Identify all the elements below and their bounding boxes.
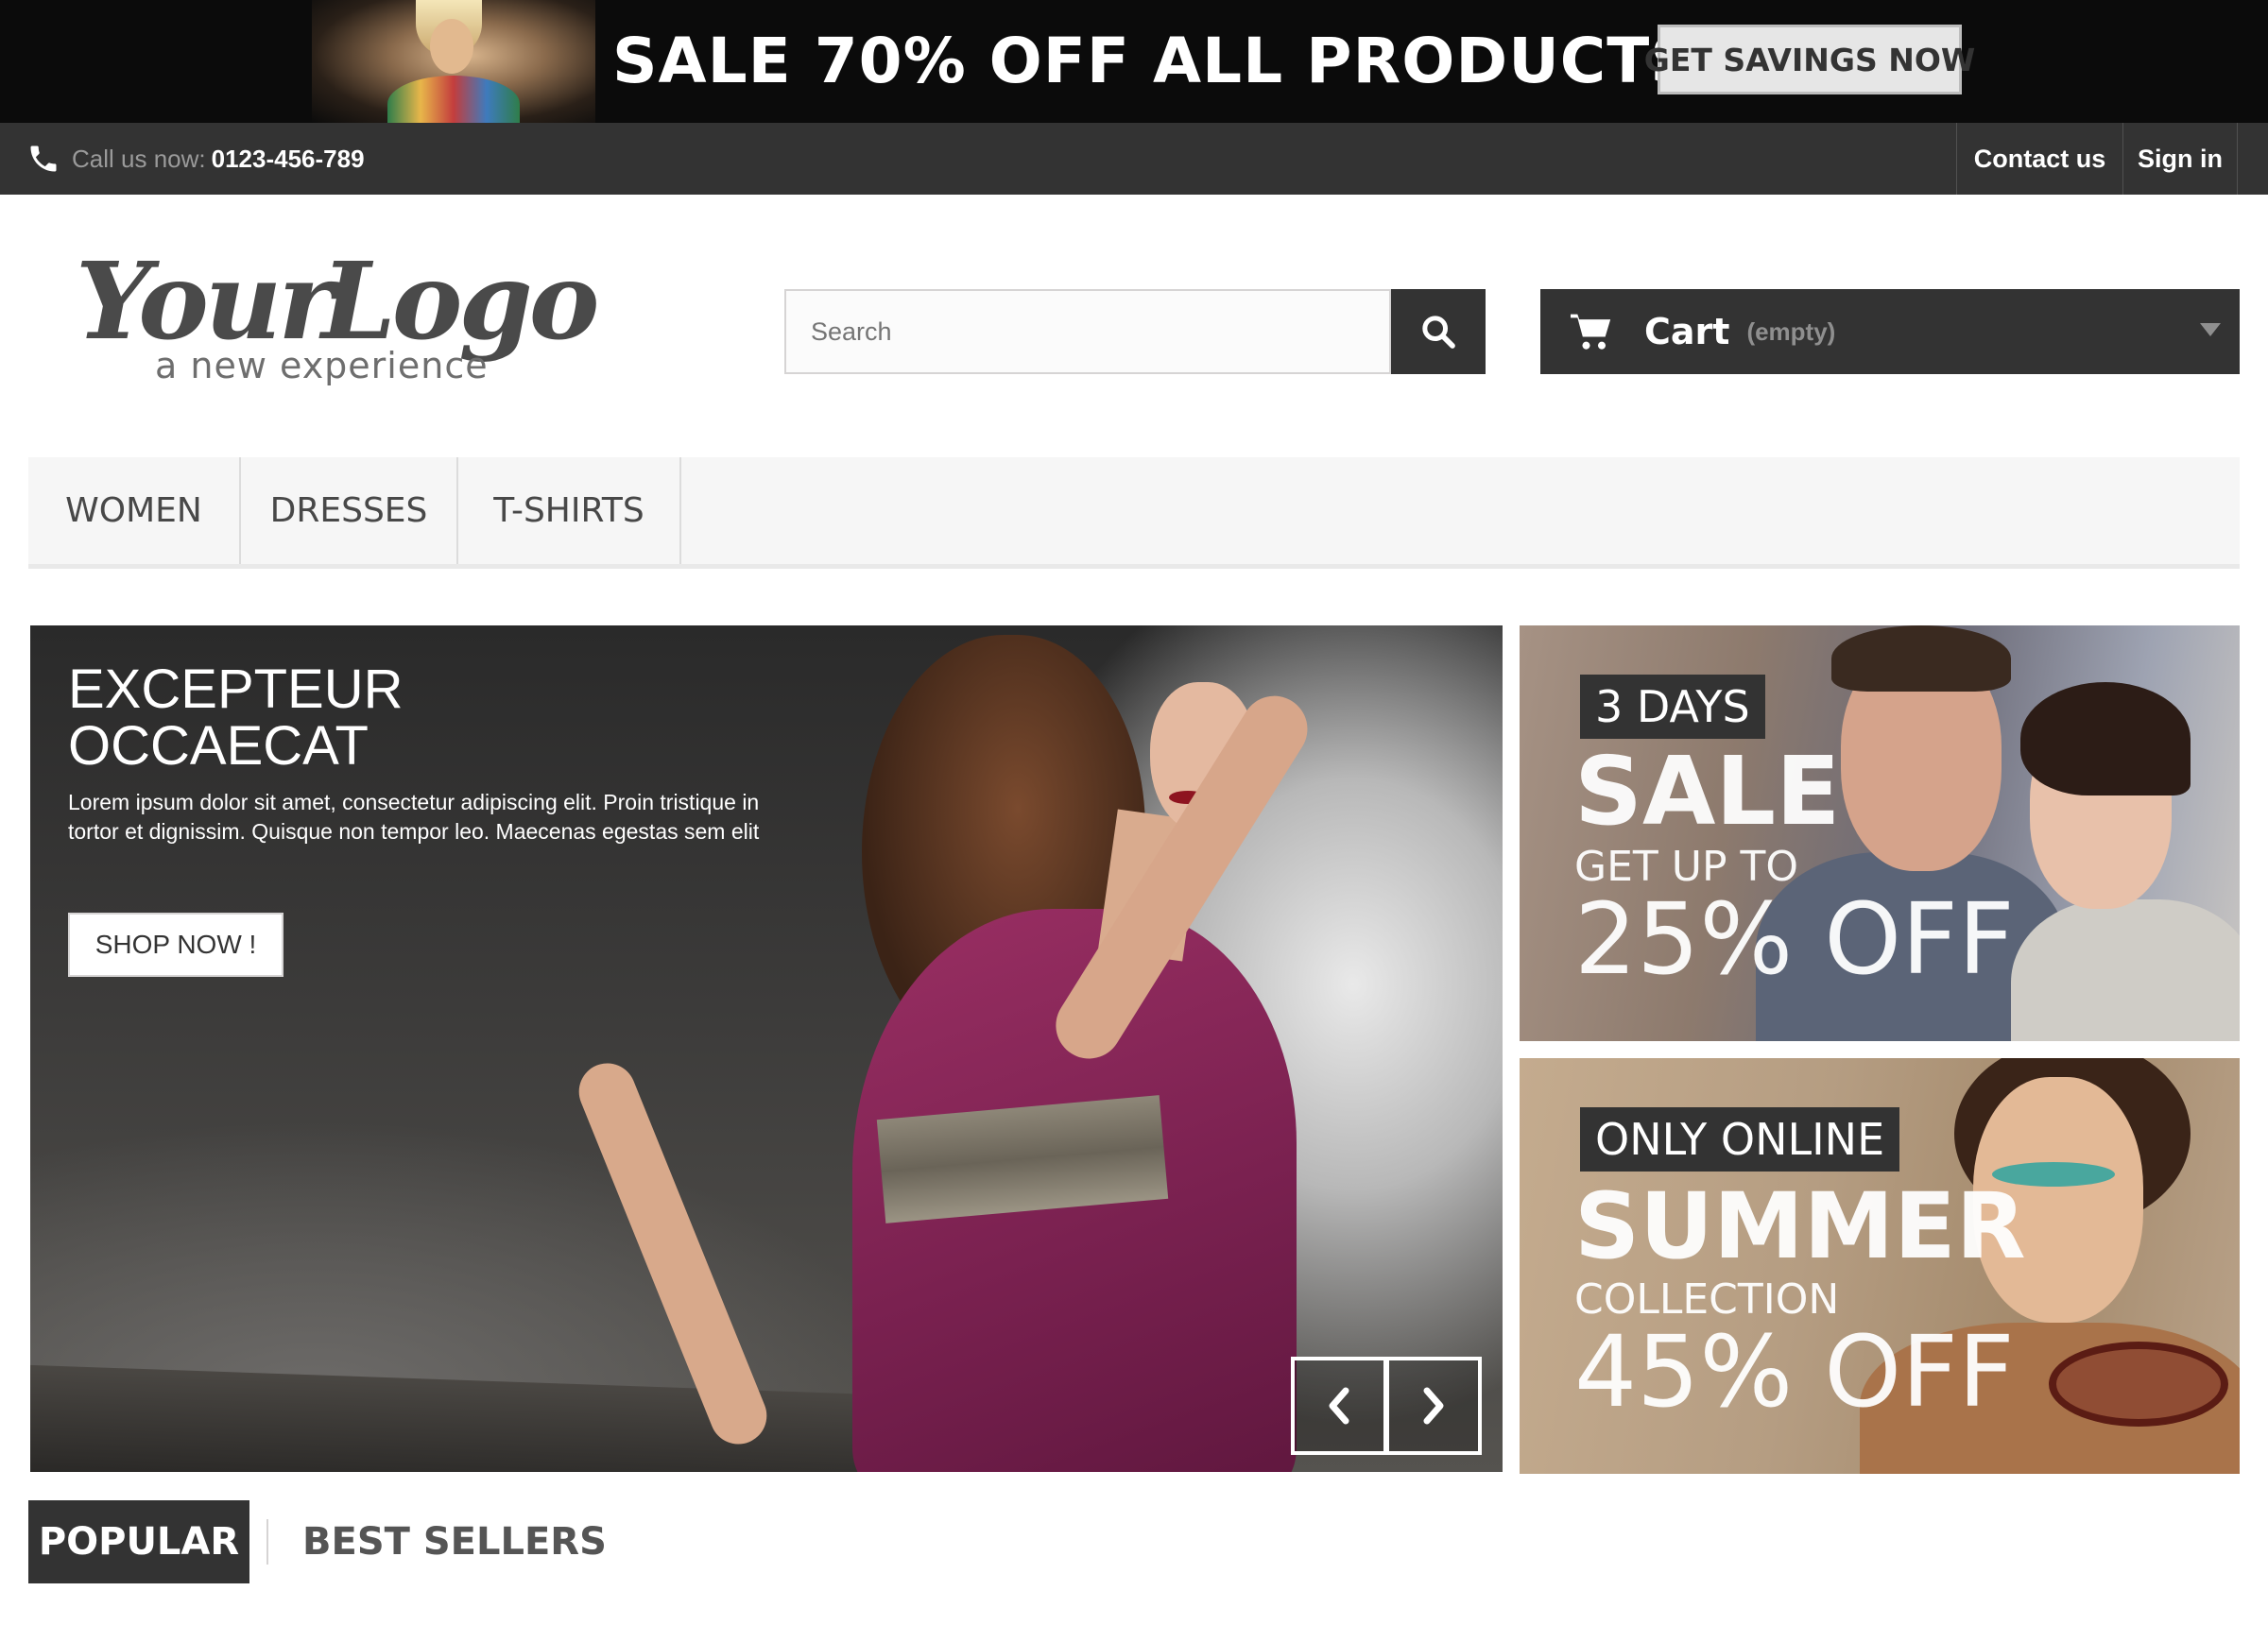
tab-divider	[266, 1519, 268, 1565]
contact-us-link[interactable]: Contact us	[1956, 123, 2122, 195]
chevron-right-icon	[1423, 1387, 1444, 1425]
get-savings-button[interactable]: GET SAVINGS NOW	[1644, 25, 1975, 94]
chevron-down-icon	[2200, 323, 2221, 336]
banner-discount: 25% OFF	[1574, 881, 2015, 997]
svg-text:a new experience: a new experience	[155, 345, 489, 386]
slider-prev-button[interactable]	[1291, 1357, 1387, 1455]
slide-description: Lorem ipsum dolor sit amet, consectetur …	[68, 790, 760, 844]
cart-icon	[1571, 314, 1611, 350]
search-icon	[1422, 316, 1455, 349]
shop-now-button[interactable]: SHOP NOW !	[68, 913, 284, 977]
call-us-label: Call us now:	[72, 144, 206, 173]
top-nav-bar: Call us now: 0123-456-789 Contact us Sig…	[0, 123, 2268, 195]
site-logo[interactable]: Your Logo a new experience	[76, 234, 614, 395]
banner-headline: SALE	[1574, 736, 1841, 847]
search-input[interactable]	[784, 289, 1391, 374]
call-us-info: Call us now: 0123-456-789	[26, 123, 365, 195]
promo-banner[interactable]: SALE 70% OFF ALL PRODUCTS GET SAVINGS NO…	[0, 0, 2268, 123]
cart-status: (empty)	[1746, 316, 1836, 346]
woman-coat	[2011, 899, 2240, 1041]
category-menu: WOMEN DRESSES T-SHIRTS	[28, 457, 2240, 569]
promo-headline: SALE 70% OFF ALL PRODUCTS	[612, 25, 1696, 97]
logo-graphic: Your Logo a new experience	[76, 240, 601, 386]
phone-icon	[30, 145, 57, 172]
search-button[interactable]	[1391, 289, 1486, 374]
tab-best-sellers[interactable]: BEST SELLERS	[302, 1500, 607, 1583]
man-hair	[1831, 625, 2011, 692]
slide-title: EXCEPTEUR OCCAECAT	[68, 661, 730, 775]
menu-item-women[interactable]: WOMEN	[28, 457, 241, 564]
promo-banner-summer-collection[interactable]: ONLY ONLINE SUMMER COLLECTION 45% OFF	[1520, 1058, 2240, 1474]
banner-headline: SUMMER	[1574, 1173, 2026, 1279]
slide-title-line1: EXCEPTEUR	[68, 659, 404, 720]
banner-tag: ONLY ONLINE	[1580, 1107, 1900, 1172]
cart-label: Cart	[1644, 311, 1730, 352]
woman-hair	[2020, 682, 2191, 795]
banner-tag: 3 DAYS	[1580, 675, 1765, 739]
sunglasses	[2049, 1342, 2228, 1427]
tab-popular[interactable]: POPULAR	[28, 1500, 249, 1583]
cart-button[interactable]: Cart (empty)	[1540, 289, 2240, 374]
model-face	[430, 19, 473, 74]
hero-slider[interactable]: EXCEPTEUR OCCAECAT Lorem ipsum dolor sit…	[30, 625, 1503, 1472]
slide-ledge	[30, 1364, 978, 1472]
slider-next-button[interactable]	[1385, 1357, 1482, 1455]
banner-discount: 45% OFF	[1574, 1314, 2015, 1429]
phone-number: 0123-456-789	[211, 144, 365, 173]
chevron-left-icon	[1329, 1387, 1349, 1425]
menu-item-t-shirts[interactable]: T-SHIRTS	[458, 457, 681, 564]
model-top	[387, 76, 520, 123]
sign-in-link[interactable]: Sign in	[2122, 123, 2238, 195]
promo-model-photo	[312, 0, 595, 123]
promo-banner-3-days-sale[interactable]: 3 DAYS SALE GET UP TO 25% OFF	[1520, 625, 2240, 1041]
menu-item-dresses[interactable]: DRESSES	[241, 457, 458, 564]
slide-title-line2: OCCAECAT	[68, 715, 369, 777]
